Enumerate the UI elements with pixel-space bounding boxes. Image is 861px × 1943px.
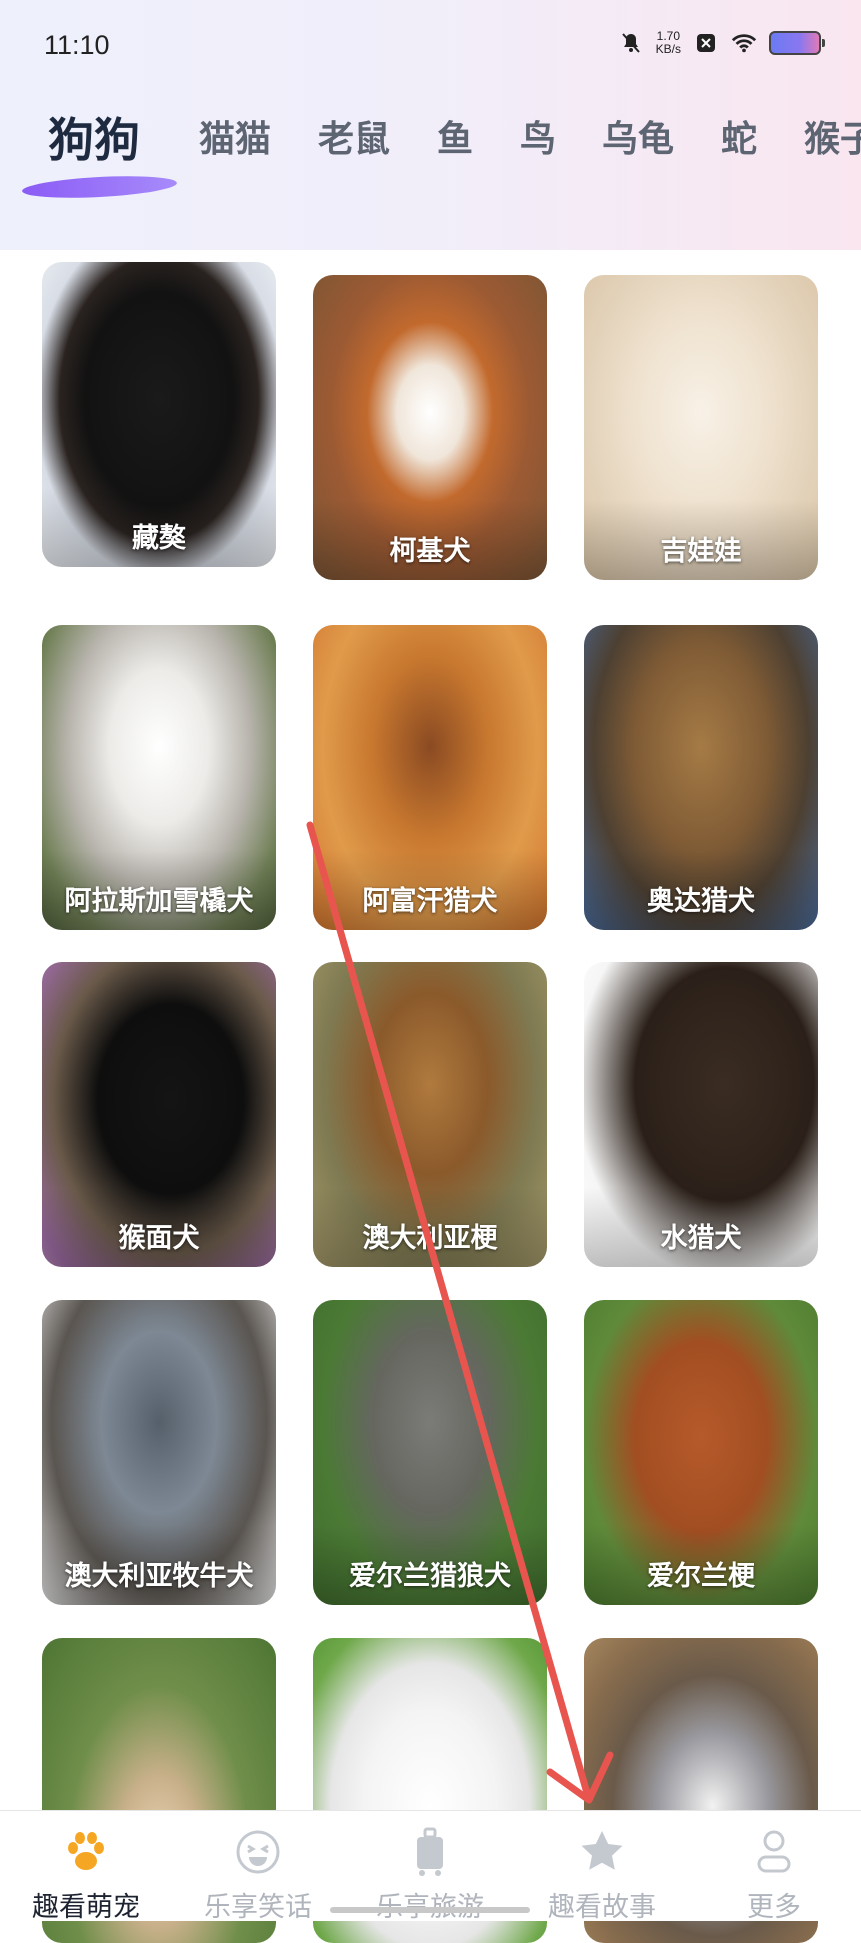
pet-label: 吉娃娃 (660, 536, 742, 567)
pet-card[interactable]: 爱尔兰梗 (584, 1300, 818, 1605)
pet-label: 阿拉斯加雪橇犬 (64, 886, 254, 917)
pet-label: 爱尔兰猎狼犬 (349, 1561, 511, 1592)
nav-label: 趣看故事 (548, 1892, 656, 1923)
status-time: 11:10 (44, 30, 110, 60)
status-bar: 11:10 1.70 KB/s (0, 0, 861, 100)
paw-icon (0, 1825, 172, 1879)
net-speed-unit: KB/s (655, 42, 681, 56)
bottom-nav: 趣看萌宠 乐享笑话 乐享旅游 趣看故事 (0, 1810, 861, 1924)
nav-item-jokes[interactable]: 乐享笑话 (172, 1825, 344, 1924)
status-icons: 1.70 KB/s (618, 30, 825, 56)
pet-label: 爱尔兰梗 (647, 1561, 755, 1592)
pet-card[interactable]: 藏獒 (42, 262, 276, 567)
user-icon (688, 1825, 860, 1879)
header: 11:10 1.70 KB/s 狗狗 猫猫 老鼠 鱼 鸟 乌龟 蛇 猴子 (0, 0, 861, 250)
pet-label: 柯基犬 (389, 536, 471, 567)
pet-card[interactable]: 柯基犬 (313, 275, 547, 580)
tab-mice[interactable]: 老鼠 (318, 110, 390, 162)
nav-label: 乐享笑话 (204, 1892, 312, 1923)
pet-label: 阿富汗猎犬 (362, 886, 498, 917)
pet-card[interactable]: 阿拉斯加雪橇犬 (42, 625, 276, 930)
luggage-icon (344, 1825, 516, 1879)
pet-card[interactable]: 吉娃娃 (584, 275, 818, 580)
pet-label: 藏獒 (132, 523, 186, 554)
close-box-icon (693, 30, 719, 56)
pet-card[interactable]: 爱尔兰猎狼犬 (313, 1300, 547, 1605)
tab-birds[interactable]: 鸟 (520, 110, 556, 162)
tab-cats[interactable]: 猫猫 (199, 110, 271, 162)
smile-icon (172, 1825, 344, 1879)
pet-label: 澳大利亚牧牛犬 (64, 1561, 254, 1592)
tab-snakes[interactable]: 蛇 (721, 110, 757, 162)
pet-label: 澳大利亚梗 (362, 1223, 498, 1254)
pet-label: 奥达猎犬 (647, 886, 755, 917)
pet-card[interactable]: 澳大利亚牧牛犬 (42, 1300, 276, 1605)
star-icon (516, 1825, 688, 1879)
nav-label: 更多 (747, 1892, 801, 1923)
pet-label: 水猎犬 (660, 1223, 742, 1254)
net-speed: 1.70 KB/s (656, 30, 681, 56)
nav-item-more[interactable]: 更多 (688, 1825, 860, 1924)
nav-label: 乐享旅游 (344, 1885, 516, 1924)
pet-card[interactable]: 奥达猎犬 (584, 625, 818, 930)
tab-monkeys[interactable]: 猴子 (804, 110, 861, 162)
pet-card[interactable]: 阿富汗猎犬 (313, 625, 547, 930)
pet-card[interactable]: 水猎犬 (584, 962, 818, 1267)
mute-bell-icon (618, 30, 644, 56)
nav-item-pets[interactable]: 趣看萌宠 (0, 1825, 172, 1924)
tab-fish[interactable]: 鱼 (437, 110, 473, 162)
tab-turtles[interactable]: 乌龟 (602, 110, 674, 162)
battery-icon (769, 31, 825, 55)
nav-label: 趣看萌宠 (32, 1892, 140, 1923)
nav-item-stories[interactable]: 趣看故事 (516, 1825, 688, 1924)
pet-card[interactable]: 猴面犬 (42, 962, 276, 1267)
tab-dogs[interactable]: 狗狗 (48, 104, 140, 170)
home-indicator (330, 1907, 530, 1913)
pet-card[interactable]: 澳大利亚梗 (313, 962, 547, 1267)
wifi-icon (731, 30, 757, 56)
pet-label: 猴面犬 (118, 1223, 200, 1254)
